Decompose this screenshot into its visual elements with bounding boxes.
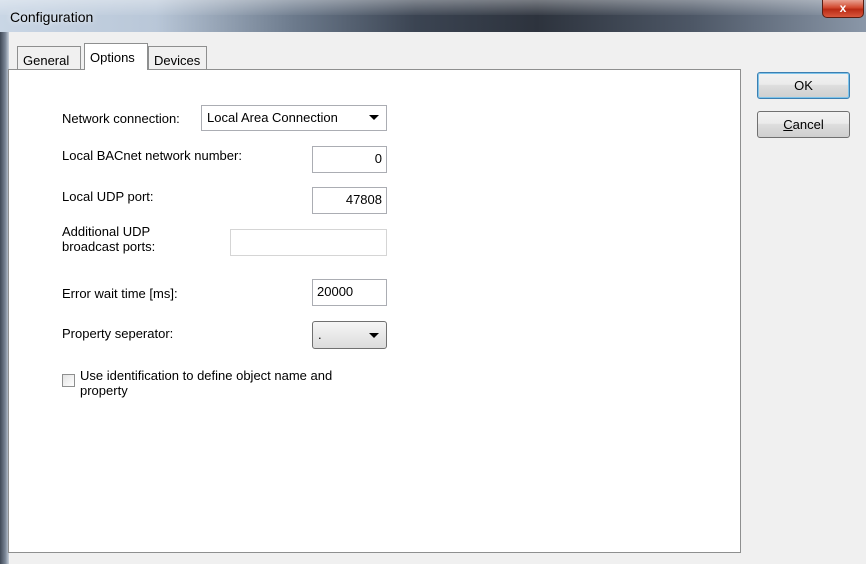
ok-button[interactable]: OK — [757, 72, 850, 99]
cancel-label-rest: ancel — [792, 117, 824, 132]
cancel-label: Cancel — [783, 117, 823, 132]
options-panel — [8, 69, 741, 553]
tab-devices[interactable]: Devices — [148, 46, 207, 69]
tab-devices-label: Devices — [154, 53, 201, 68]
cancel-mnemonic: C — [783, 117, 793, 132]
close-button[interactable]: x — [822, 0, 864, 18]
close-icon[interactable]: x — [840, 1, 847, 15]
tab-general[interactable]: General — [17, 46, 81, 69]
ok-label: OK — [794, 78, 813, 93]
tab-general-label: General — [23, 53, 70, 68]
tab-options[interactable]: Options — [84, 43, 148, 70]
title-bar-gloss — [0, 0, 866, 15]
cancel-button[interactable]: Cancel — [757, 111, 850, 138]
window-title: Configuration — [10, 9, 94, 25]
title-bar: Configuration x — [0, 0, 866, 32]
tab-options-label: Options — [90, 50, 135, 65]
